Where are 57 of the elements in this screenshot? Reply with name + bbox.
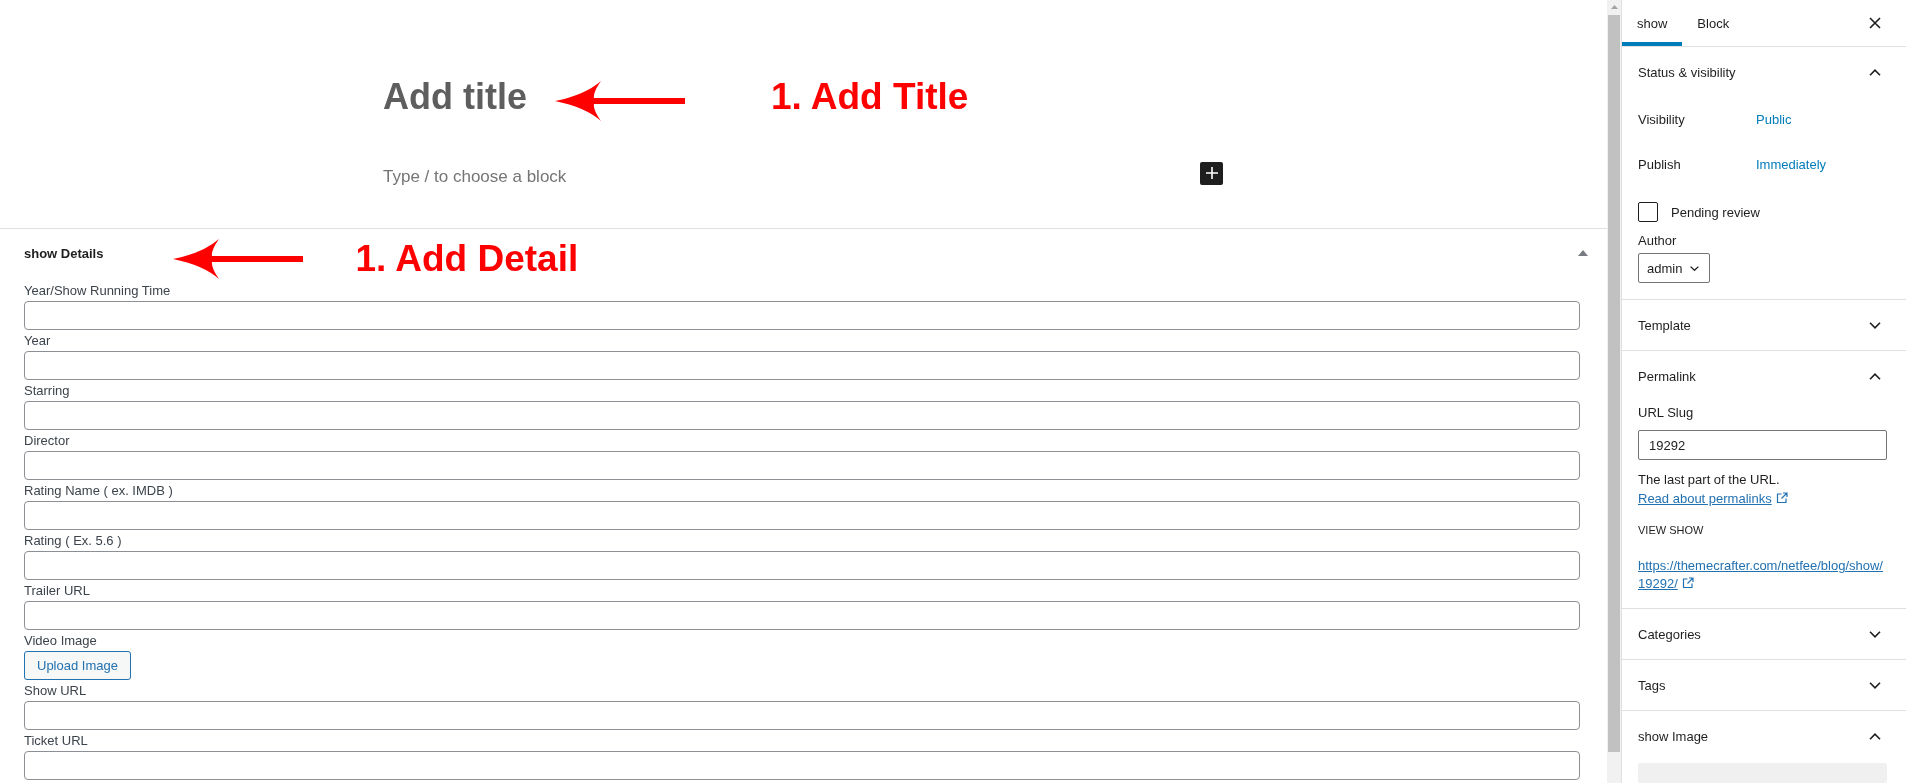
metabox-title: show Details <box>24 245 104 261</box>
author-select[interactable]: admin <box>1638 253 1711 283</box>
sidebar-tab[interactable]: Block <box>1682 0 1745 46</box>
input-field[interactable] <box>24 601 1580 630</box>
annotation-label: 1. Add Detail <box>355 238 579 280</box>
panel-header[interactable]: Permalink <box>1622 351 1906 401</box>
field-label: Show URL <box>24 682 88 700</box>
input-field[interactable] <box>24 301 1580 330</box>
setting-label: Publish <box>1638 157 1682 172</box>
view-url-link[interactable]: https://themecrafter.com/netfee/blog/show/19292/ <box>1638 557 1887 593</box>
field-label: Ticket URL <box>24 732 89 750</box>
chevron-down-icon <box>1690 265 1700 271</box>
external-link-icon <box>1681 577 1694 589</box>
panel-header[interactable]: Template <box>1622 300 1906 350</box>
setting-value-link[interactable]: Public <box>1756 112 1792 127</box>
field-label: Rating Name ( ex. IMDB ) <box>24 482 174 500</box>
author-label: Author <box>1638 232 1678 250</box>
input-field[interactable] <box>24 751 1580 780</box>
add-block-button[interactable] <box>1200 161 1223 185</box>
view-label: VIEW SHOW <box>1638 523 1705 538</box>
upload-image-button[interactable]: Upload Image <box>24 651 131 680</box>
field-label: Video Image <box>24 632 98 650</box>
annotation-label: 1. Add Title <box>771 76 969 118</box>
permalinks-link[interactable]: Read about permalinks <box>1638 491 1788 506</box>
field-label: Starring <box>24 382 71 400</box>
field-label: Rating ( Ex. 5.6 ) <box>24 532 123 550</box>
help-text: The last part of the URL. Read about permalinks <box>1638 470 1887 508</box>
triangle-up-icon[interactable] <box>1578 250 1588 256</box>
input-field[interactable] <box>24 351 1580 380</box>
close-icon[interactable] <box>1869 17 1881 29</box>
input-field[interactable] <box>24 401 1580 430</box>
field-label: Director <box>24 432 71 450</box>
field-label: Year <box>24 332 52 350</box>
sidebar-tab[interactable]: show <box>1622 0 1683 46</box>
input-field[interactable] <box>24 551 1580 580</box>
panel-header[interactable]: Tags <box>1622 660 1906 710</box>
field-label: Year/Show Running Time <box>24 282 172 300</box>
slug-label: URL Slug <box>1638 404 1695 422</box>
scroll-up-arrow-icon[interactable] <box>1610 5 1618 9</box>
block-field[interactable]: Type / to choose a block <box>383 165 1200 189</box>
input-field[interactable] <box>24 501 1580 530</box>
scrollbar[interactable] <box>1607 0 1621 783</box>
title-field[interactable]: Add title <box>383 75 533 119</box>
panel-header[interactable]: show Image <box>1622 711 1906 761</box>
checkbox-label: Pending review <box>1671 204 1760 220</box>
setting-value-link[interactable]: Immediately <box>1756 157 1827 172</box>
panel-header[interactable]: Categories <box>1622 609 1906 659</box>
scrollbar-thumb[interactable] <box>1608 15 1620 752</box>
input-field[interactable] <box>24 701 1580 730</box>
setting-label: Visibility <box>1638 112 1686 127</box>
url-slug-field[interactable]: 19292 <box>1638 430 1887 460</box>
plus-icon <box>1205 167 1218 179</box>
panel-header[interactable]: Status & visibility <box>1622 47 1906 97</box>
external-link-icon <box>1775 492 1788 504</box>
input-field[interactable] <box>24 451 1580 480</box>
field-label: Trailer URL <box>24 582 91 600</box>
checkbox[interactable] <box>1638 202 1658 222</box>
